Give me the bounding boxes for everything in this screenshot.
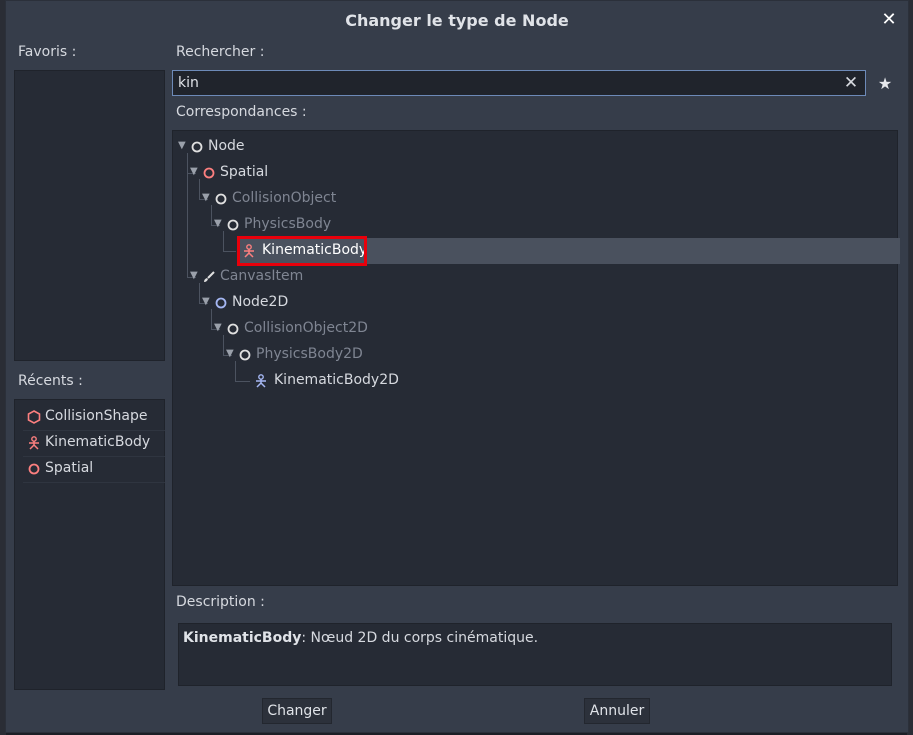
chevron-down-icon[interactable]: ▼ bbox=[190, 269, 202, 283]
tree-item-label: CollisionObject2D bbox=[244, 320, 368, 336]
dialog-titlebar: Changer le type de Node ✕ bbox=[6, 1, 908, 41]
description-label: Description : bbox=[176, 594, 265, 610]
recent-item-label: Spatial bbox=[45, 460, 94, 476]
tree-item-label: KinematicBody2D bbox=[274, 372, 399, 388]
recent-item-label: CollisionShape bbox=[45, 408, 148, 424]
chevron-down-icon[interactable]: ▼ bbox=[202, 191, 214, 205]
chevron-down-icon[interactable]: ▼ bbox=[226, 347, 238, 361]
recent-item-label: KinematicBody bbox=[45, 434, 151, 450]
node-icon bbox=[226, 322, 240, 336]
tree-item-label: CanvasItem bbox=[220, 268, 304, 284]
change-node-type-dialog: Changer le type de Node ✕ Favoris : Réce… bbox=[5, 0, 909, 733]
node-icon bbox=[238, 348, 252, 362]
cancel-button[interactable]: Annuler bbox=[584, 698, 650, 724]
tree-item-label: Node bbox=[208, 138, 245, 154]
tree-item-node[interactable]: ▼ Node bbox=[176, 134, 876, 160]
kinematic-body-icon bbox=[27, 436, 41, 450]
tree-item-label: KinematicBody bbox=[262, 242, 368, 258]
search-input[interactable] bbox=[178, 73, 828, 93]
search-label: Rechercher : bbox=[176, 44, 265, 60]
tree-item-physicsbody2d[interactable]: ▼ PhysicsBody2D bbox=[224, 342, 884, 368]
chevron-down-icon[interactable]: ▼ bbox=[190, 165, 202, 179]
tree-item-label: PhysicsBody2D bbox=[256, 346, 363, 362]
kinematic-body-icon bbox=[242, 244, 256, 258]
node2d-icon bbox=[214, 296, 228, 310]
chevron-down-icon[interactable]: ▼ bbox=[202, 295, 214, 309]
clear-icon[interactable]: ✕ bbox=[841, 73, 861, 93]
recent-item-kinematicbody[interactable]: KinematicBody bbox=[23, 430, 165, 457]
chevron-down-icon[interactable]: ▼ bbox=[178, 139, 190, 153]
recent-item-spatial[interactable]: Spatial bbox=[23, 456, 165, 483]
tree-item-canvasitem[interactable]: ▼ CanvasItem bbox=[188, 264, 878, 290]
tree-item-collisionobject[interactable]: ▼ CollisionObject bbox=[200, 186, 880, 212]
chevron-down-icon[interactable]: ▼ bbox=[214, 217, 226, 231]
brush-icon bbox=[202, 270, 216, 284]
favorites-panel[interactable] bbox=[14, 70, 165, 361]
dialog-title: Changer le type de Node bbox=[345, 11, 569, 30]
kinematic-body-2d-icon bbox=[254, 374, 268, 388]
spatial-icon bbox=[27, 462, 41, 476]
description-panel: KinematicBody: Nœud 2D du corps cinémati… bbox=[178, 623, 892, 686]
spatial-icon bbox=[202, 166, 216, 180]
tree-item-label: Spatial bbox=[220, 164, 269, 180]
tree-item-label: Node2D bbox=[232, 294, 289, 310]
collision-shape-icon bbox=[27, 410, 41, 424]
node-icon bbox=[190, 140, 204, 154]
matches-label: Correspondances : bbox=[176, 104, 307, 120]
tree-item-node2d[interactable]: ▼ Node2D bbox=[200, 290, 880, 316]
search-field[interactable]: ✕ bbox=[172, 70, 866, 96]
tree-item-kinematicbody2d[interactable]: KinematicBody2D bbox=[248, 368, 888, 394]
recents-panel: CollisionShape KinematicBody Spatial bbox=[14, 399, 165, 690]
description-text: : Nœud 2D du corps cinématique. bbox=[301, 630, 539, 646]
chevron-down-icon[interactable]: ▼ bbox=[214, 321, 226, 335]
tree-item-kinematicbody[interactable]: KinematicBody bbox=[236, 238, 896, 264]
tree-item-physicsbody[interactable]: ▼ PhysicsBody bbox=[212, 212, 882, 238]
change-button[interactable]: Changer bbox=[262, 698, 332, 724]
description-class-name: KinematicBody bbox=[183, 630, 302, 646]
tree-item-spatial[interactable]: ▼ Spatial bbox=[188, 160, 878, 186]
tree-item-label: CollisionObject bbox=[232, 190, 337, 206]
favorites-label: Favoris : bbox=[18, 44, 77, 60]
node-icon bbox=[226, 218, 240, 232]
close-icon[interactable]: ✕ bbox=[878, 9, 900, 31]
tree-item-collisionobject2d[interactable]: ▼ CollisionObject2D bbox=[212, 316, 882, 342]
recents-label: Récents : bbox=[18, 373, 83, 389]
star-icon[interactable]: ★ bbox=[874, 73, 896, 95]
node-icon bbox=[214, 192, 228, 206]
tree-item-label: PhysicsBody bbox=[244, 216, 332, 232]
tree-guide bbox=[187, 173, 196, 277]
recent-item-collisionshape[interactable]: CollisionShape bbox=[23, 404, 165, 431]
